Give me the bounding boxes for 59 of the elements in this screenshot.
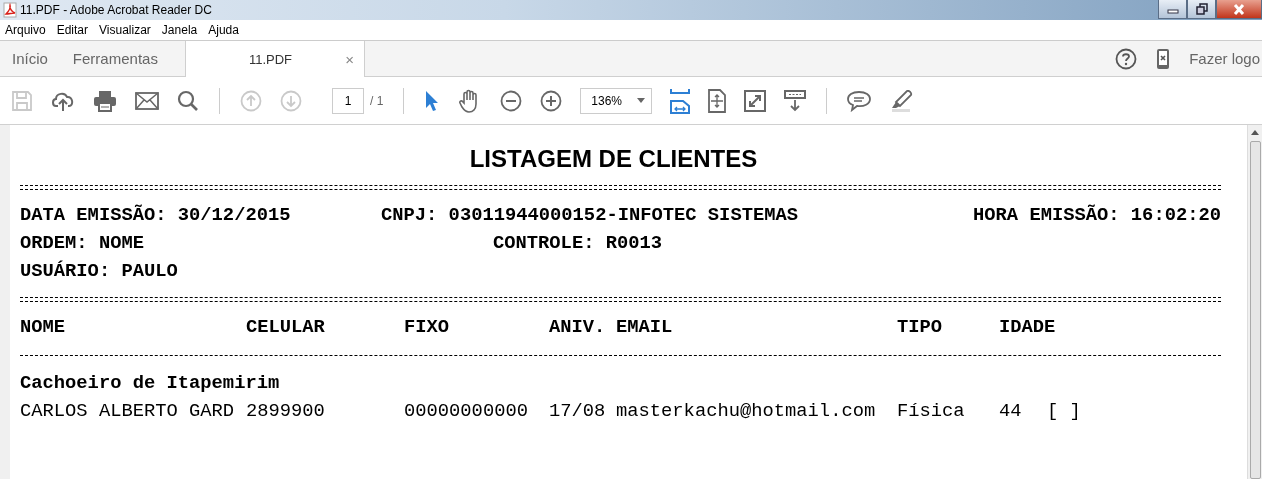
table-cell-text: 44 [999, 399, 1022, 424]
table-cell-text: [ ] [1047, 399, 1081, 424]
menu-item[interactable]: Ajuda [203, 23, 245, 37]
tab[interactable]: 11.PDF × [184, 41, 365, 77]
tab-label: 11.PDF [247, 51, 294, 67]
report-field: CONTROLE: R0013 [493, 229, 1221, 257]
cursor-icon[interactable] [424, 89, 441, 112]
menu-item[interactable]: Arquivo [0, 23, 52, 37]
page-count: / 1 [370, 93, 384, 108]
restore-button[interactable] [1187, 0, 1216, 19]
sign-in-link[interactable]: Fazer logo [1189, 41, 1260, 76]
report-field: USUÁRIO: PAULO [20, 257, 1221, 285]
report-field: CNPJ: 03011944000152-INFOTEC SISTEMAS [381, 201, 974, 229]
restore-icon [1195, 3, 1208, 15]
fit-width-icon[interactable] [670, 87, 691, 114]
table-cell-text: 00000000000 [404, 399, 528, 424]
mail-icon[interactable] [135, 91, 159, 110]
menu-item[interactable]: Janela [156, 23, 204, 37]
scrollbar[interactable] [1247, 125, 1262, 479]
zoom-out-icon[interactable] [500, 89, 523, 112]
table-cell-text: 17/08 [549, 399, 606, 424]
menu-item[interactable]: Visualizar [94, 23, 157, 37]
column-header: NOME [20, 315, 66, 340]
report-field: DATA EMISSÃO: 30/12/2015 [20, 201, 381, 229]
window-title: 11.PDF - Adobe Acrobat Reader DC [20, 3, 212, 17]
minimize-button[interactable] [1158, 0, 1187, 19]
highlighter-icon[interactable] [889, 89, 914, 112]
comment-icon[interactable] [847, 89, 872, 112]
print-icon[interactable] [93, 89, 117, 112]
table-cell-text: CARLOS ALBERTO GARD [20, 399, 235, 424]
tab[interactable]: Ferramentas [60, 41, 171, 76]
column-header: EMAIL [616, 315, 673, 340]
column-header: TIPO [897, 315, 943, 340]
menu-item[interactable]: Editar [51, 23, 95, 37]
page-number-field[interactable]: 1 [332, 87, 364, 114]
pdf-icon [3, 2, 17, 18]
column-header: CELULAR [246, 315, 325, 340]
caret-icon [637, 98, 646, 103]
close-icon [1233, 3, 1245, 15]
table-cell-text: Física [897, 399, 965, 424]
group-heading: Cachoeiro de Itapemirim [20, 371, 281, 396]
report-field: HORA EMISSÃO: 16:02:20 [973, 201, 1221, 229]
column-header: FIXO [404, 315, 450, 340]
search-icon[interactable] [177, 89, 199, 112]
column-header: IDADE [999, 315, 1056, 340]
close-button[interactable] [1216, 0, 1262, 19]
scroll-mode-icon[interactable] [784, 89, 807, 112]
table-cell-text: 2899900 [246, 399, 325, 424]
report-title: LISTAGEM DE CLIENTES [468, 145, 759, 173]
fit-page-icon[interactable] [708, 88, 727, 113]
table-cell-text: masterkachu@hotmail.com [616, 399, 876, 424]
report-field: ORDEM: NOME [20, 229, 493, 257]
close-tab-button[interactable]: × [345, 50, 354, 68]
full-screen-icon[interactable] [744, 89, 767, 112]
zoom-in-icon[interactable] [540, 89, 563, 112]
scrollbar-thumb[interactable] [1249, 141, 1261, 479]
tab[interactable]: Início [0, 41, 61, 76]
zoom-dropdown[interactable]: 136% [580, 87, 653, 114]
column-header: ANIV. [549, 315, 606, 340]
